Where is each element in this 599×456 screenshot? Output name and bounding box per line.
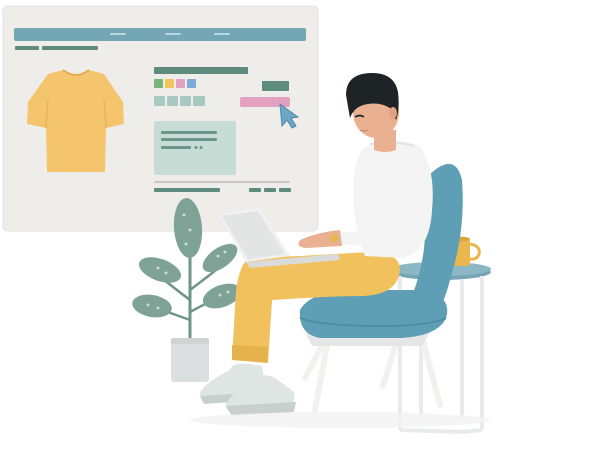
webpage-mockup: [2, 5, 319, 232]
mockup-footer-bar: [154, 188, 220, 192]
illustration-scene: [0, 0, 599, 456]
mockup-breadcrumb: [15, 46, 39, 50]
mockup-divider: [154, 181, 290, 183]
mockup-price: [262, 81, 289, 91]
plant-pot: [171, 340, 209, 382]
ground-shadow: [190, 412, 490, 428]
mockup-header-bar: [14, 28, 306, 41]
illustration-svg: [2, 5, 491, 435]
mockup-product-title: [154, 67, 248, 74]
wristwatch: [330, 234, 338, 242]
